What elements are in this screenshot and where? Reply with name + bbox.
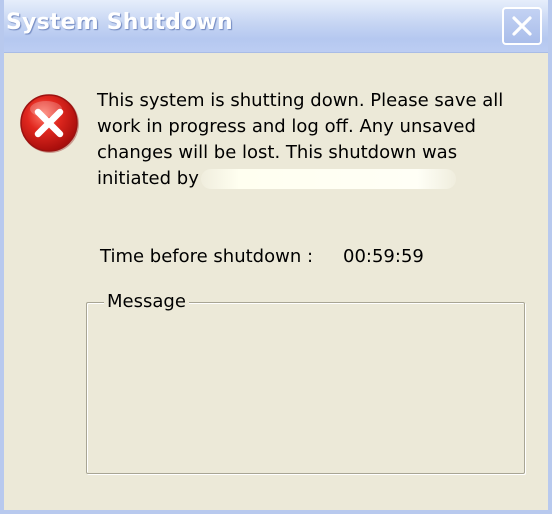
error-icon [20, 94, 79, 153]
message-groupbox [86, 302, 525, 474]
shutdown-message: This system is shutting down. Please sav… [97, 88, 537, 192]
close-button[interactable] [502, 7, 542, 45]
window-title: System Shutdown [6, 10, 233, 35]
title-bar[interactable]: System Shutdown [4, 0, 548, 53]
countdown-timer: 00:59:59 [343, 246, 424, 267]
message-line: changes will be lost. This shutdown was [97, 142, 458, 163]
time-before-shutdown-label: Time before shutdown : [100, 246, 314, 267]
message-line: work in progress and log off. Any unsave… [97, 116, 476, 137]
message-line: This system is shutting down. Please sav… [97, 90, 504, 111]
system-shutdown-dialog: System Shutdown This system is shutting … [0, 0, 552, 514]
message-line: initiated by [97, 168, 199, 189]
close-icon [512, 16, 532, 36]
message-line-initiated: initiated by [97, 166, 537, 192]
redacted-initiator [200, 169, 456, 189]
message-group-label: Message [104, 291, 189, 312]
